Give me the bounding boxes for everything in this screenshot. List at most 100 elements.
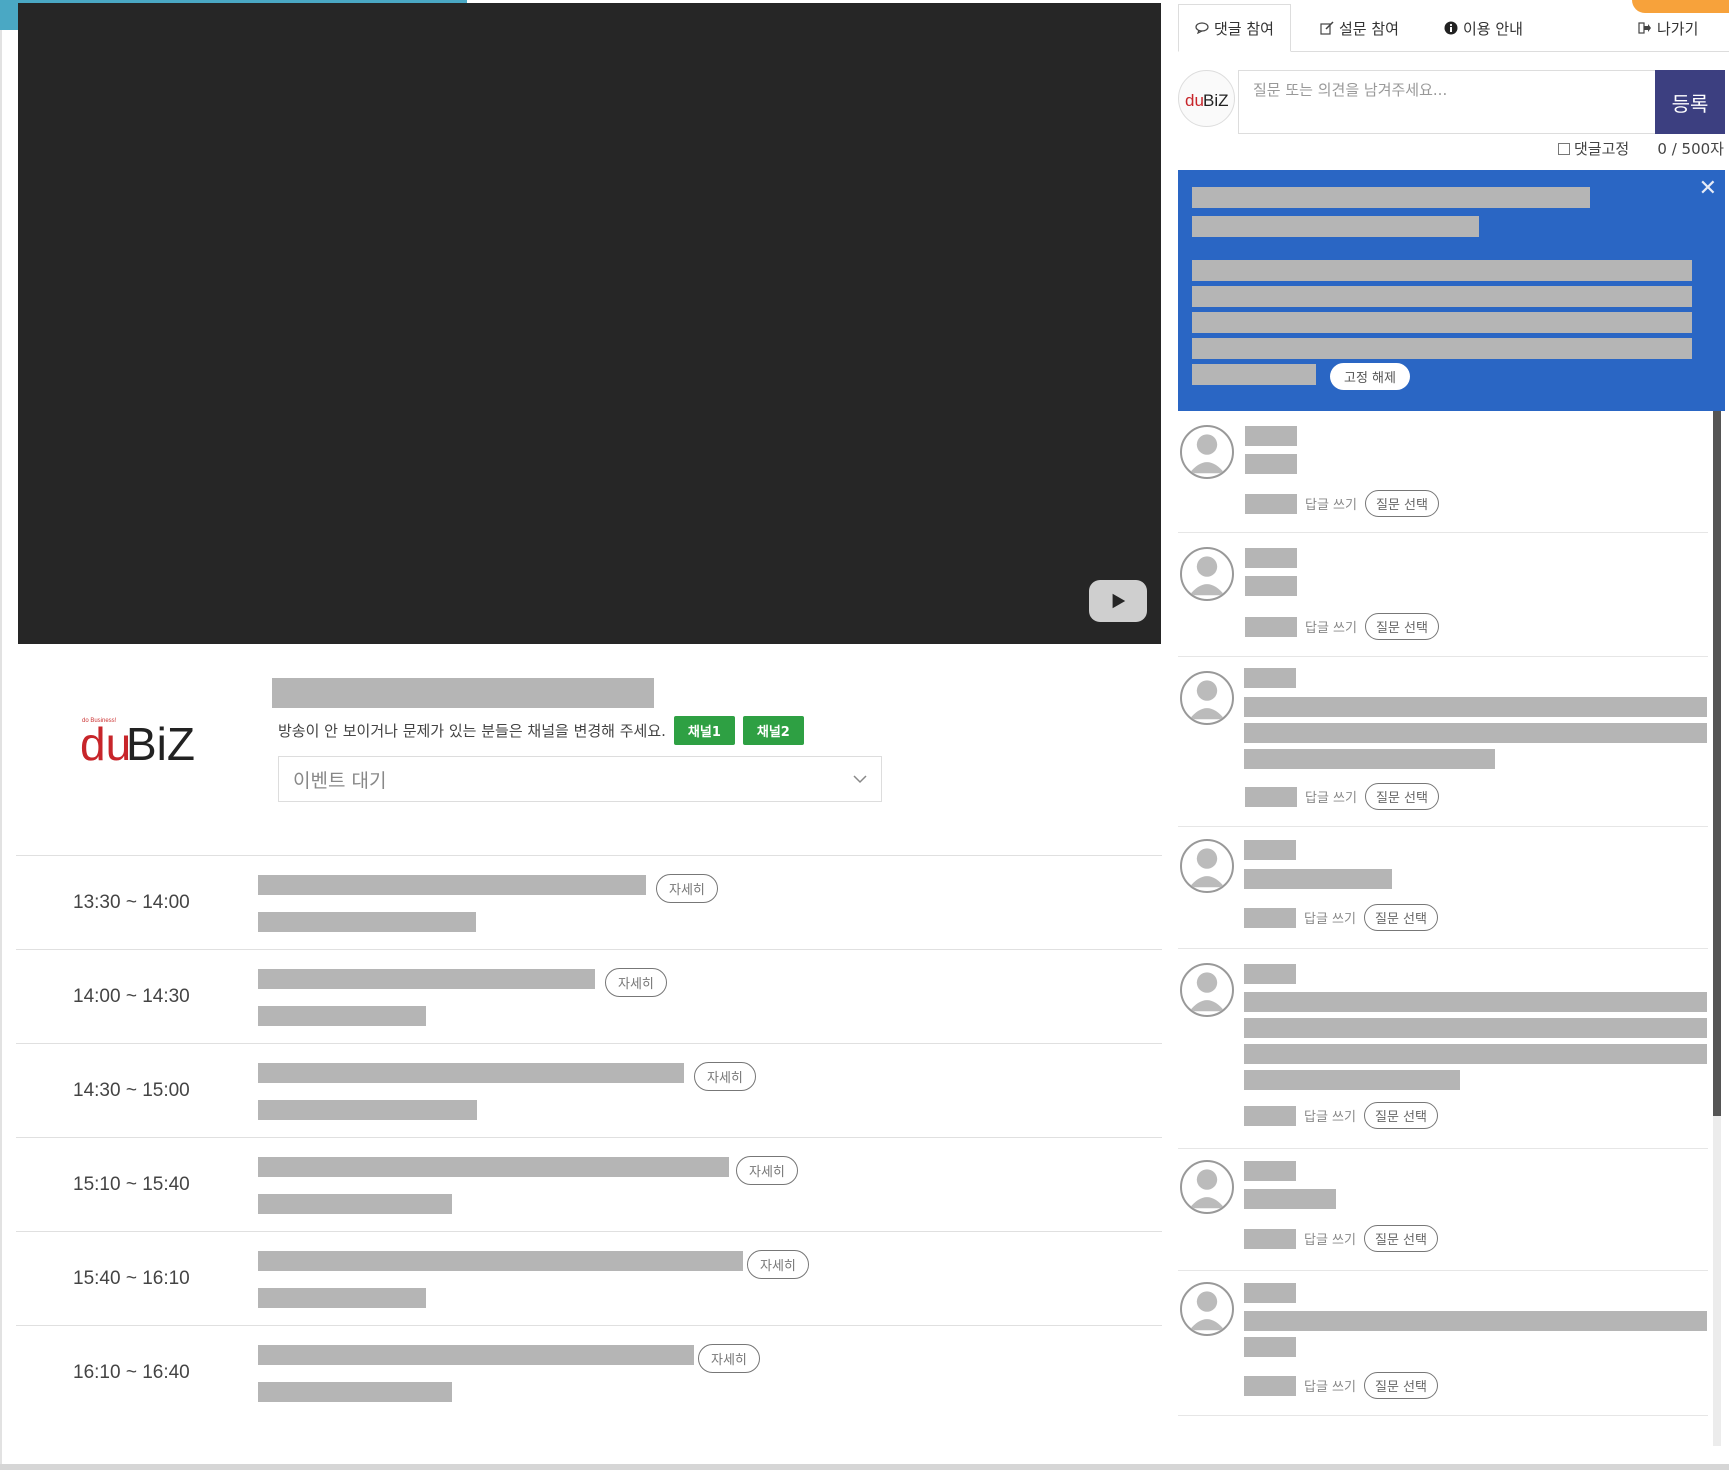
schedule-time: 16:10 ~ 16:40 [73,1362,190,1383]
schedule-time: 15:40 ~ 16:10 [73,1268,190,1289]
comment-item: 답글 쓰기 질문 선택 [1178,533,1708,657]
youtube-play-icon[interactable] [1089,580,1147,622]
pinned-line-redacted [1192,286,1692,307]
comment-date-redacted [1245,616,1297,637]
comment-actions: 답글 쓰기 질문 선택 [1244,904,1438,931]
detail-button[interactable]: 자세히 [694,1062,756,1091]
orange-corner-badge [1632,0,1729,13]
video-player[interactable] [18,3,1161,644]
user-avatar-icon [1180,547,1234,601]
comment-item: 답글 쓰기 질문 선택 [1178,1271,1708,1416]
comment-text-redacted [1244,697,1707,717]
comment-input[interactable]: 질문 또는 의견을 남겨주세요... [1238,70,1656,134]
tab-comment[interactable]: 댓글 참여 [1178,4,1291,52]
comment-text-redacted [1244,749,1495,769]
pin-comment-checkbox[interactable]: 댓글고정 [1558,138,1629,159]
comment-actions: 답글 쓰기 질문 선택 [1245,783,1439,810]
comment-item: 답글 쓰기 질문 선택 [1178,949,1708,1149]
schedule-row: 15:40 ~ 16:10 자세히 [16,1231,1162,1325]
select-question-button[interactable]: 질문 선택 [1364,490,1439,517]
close-icon[interactable]: ✕ [1699,176,1717,201]
reply-link[interactable]: 답글 쓰기 [1304,1106,1356,1125]
checkbox-icon[interactable] [1558,142,1570,155]
comment-date-redacted [1245,493,1297,514]
comment-text-redacted [1244,1189,1336,1209]
pin-comment-label: 댓글고정 [1574,140,1630,158]
select-question-button[interactable]: 질문 선택 [1364,613,1439,640]
session-speaker-redacted [258,1006,426,1026]
comment-icon [1195,22,1209,34]
session-speaker-redacted [258,1288,426,1308]
reply-link[interactable]: 답글 쓰기 [1305,617,1357,636]
user-avatar-icon [1180,1282,1234,1336]
submit-button[interactable]: 등록 [1655,70,1725,134]
comment-actions: 답글 쓰기 질문 선택 [1245,613,1439,640]
session-title-redacted [258,1063,684,1083]
user-avatar-icon [1180,425,1234,479]
char-counter: 0 / 500자 [1657,140,1724,158]
pinned-comment: ✕ 고정 해제 [1178,170,1725,411]
reply-link[interactable]: 답글 쓰기 [1304,1376,1356,1395]
reply-link[interactable]: 답글 쓰기 [1304,1229,1356,1248]
comment-text-redacted [1245,576,1297,596]
event-title-redacted [272,678,654,708]
channel-2-button[interactable]: 채널2 [742,715,804,745]
reply-link[interactable]: 답글 쓰기 [1305,787,1357,806]
comment-author-redacted [1245,426,1297,446]
exit-label: 나가기 [1657,19,1699,38]
reply-link[interactable]: 답글 쓰기 [1304,908,1356,927]
session-speaker-redacted [258,1100,477,1120]
dubiz-avatar-logo: du BiZ [1185,91,1229,110]
pinned-line-redacted [1192,260,1692,281]
comment-text-redacted [1244,1044,1707,1064]
tab-survey-label: 설문 참여 [1339,19,1399,38]
pinned-line-redacted [1192,312,1692,333]
avatar: du BiZ [1178,70,1235,127]
comment-actions: 답글 쓰기 질문 선택 [1244,1372,1438,1399]
select-question-button[interactable]: 질문 선택 [1364,783,1439,810]
comment-author-redacted [1244,840,1296,860]
channel-1-button[interactable]: 채널1 [673,715,735,745]
tab-survey[interactable]: 설문 참여 [1320,4,1399,52]
detail-button[interactable]: 자세히 [605,968,667,997]
page-left-border [0,0,2,1470]
detail-button[interactable]: 자세히 [747,1250,809,1279]
detail-button[interactable]: 자세히 [656,874,718,903]
unpin-button[interactable]: 고정 해제 [1330,363,1410,390]
schedule-row: 14:30 ~ 15:00 자세히 [16,1043,1162,1137]
session-speaker-redacted [258,912,476,932]
sign-out-icon [1638,22,1651,34]
select-question-button[interactable]: 질문 선택 [1363,1225,1438,1252]
comment-item: 답글 쓰기 질문 선택 [1178,827,1708,949]
comment-date-redacted [1244,1105,1296,1126]
comment-text-redacted [1244,992,1707,1012]
schedule-list: 13:30 ~ 14:00 자세히 14:00 ~ 14:30 자세히 14:3… [16,855,1162,1419]
schedule-row: 14:00 ~ 14:30 자세히 [16,949,1162,1043]
select-question-button[interactable]: 질문 선택 [1363,904,1438,931]
svg-text:du: du [1185,91,1204,110]
scrollbar-thumb[interactable] [1713,411,1721,1116]
schedule-time: 14:00 ~ 14:30 [73,986,190,1007]
detail-button[interactable]: 자세히 [698,1344,760,1373]
comment-text-redacted [1244,869,1392,889]
svg-text:du: du [80,718,131,766]
session-title-redacted [258,1345,694,1365]
select-question-button[interactable]: 질문 선택 [1363,1372,1438,1399]
detail-button[interactable]: 자세히 [736,1156,798,1185]
schedule-row: 15:10 ~ 15:40 자세히 [16,1137,1162,1231]
schedule-time: 14:30 ~ 15:00 [73,1080,190,1101]
event-status-value: 이벤트 대기 [293,769,387,792]
session-title-redacted [258,875,646,895]
comment-text-redacted [1244,1311,1707,1331]
tab-guide[interactable]: 이용 안내 [1444,4,1523,52]
dubiz-logo: do Business! du BiZ [80,718,195,766]
tab-guide-label: 이용 안내 [1463,19,1523,38]
comment-author-redacted [1245,548,1297,568]
comment-date-redacted [1244,907,1296,928]
svg-text:BiZ: BiZ [1203,91,1229,110]
select-question-button[interactable]: 질문 선택 [1363,1102,1438,1129]
event-status-select[interactable]: 이벤트 대기 [278,756,882,802]
comment-author-redacted [1244,668,1296,688]
reply-link[interactable]: 답글 쓰기 [1305,494,1357,513]
tab-comment-label: 댓글 참여 [1214,19,1274,38]
